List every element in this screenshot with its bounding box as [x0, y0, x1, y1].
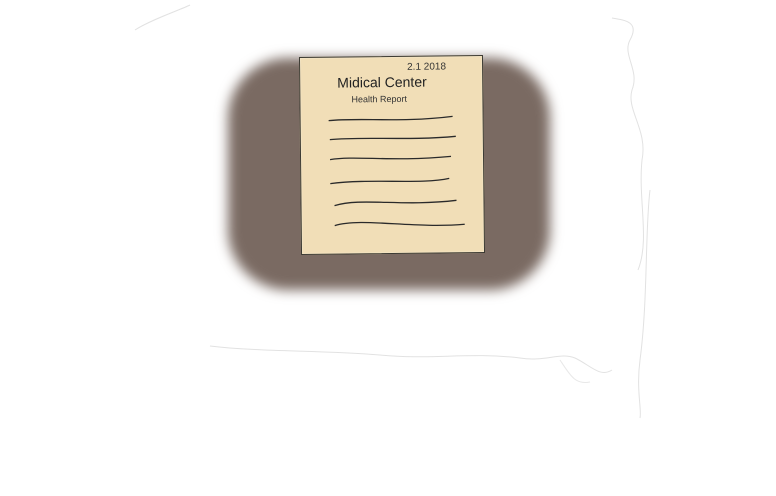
text-line-5 — [334, 199, 457, 207]
text-line-2 — [329, 135, 456, 141]
text-line-1 — [328, 115, 453, 122]
sketch-stroke-right-2 — [638, 189, 651, 419]
handwritten-lines — [328, 115, 465, 227]
text-line-3 — [329, 155, 452, 161]
illustration-canvas: 2.1 2018 Midical Center Health Report — [0, 0, 776, 496]
sketch-stroke-bottom-2 — [559, 359, 591, 384]
sketch-stroke-top — [134, 4, 191, 31]
sketch-stroke-bottom — [209, 345, 613, 373]
health-report-document: 2.1 2018 Midical Center Health Report — [298, 55, 486, 255]
text-line-6 — [334, 221, 465, 227]
sketch-stroke-right — [611, 17, 644, 271]
text-line-4 — [330, 177, 450, 185]
